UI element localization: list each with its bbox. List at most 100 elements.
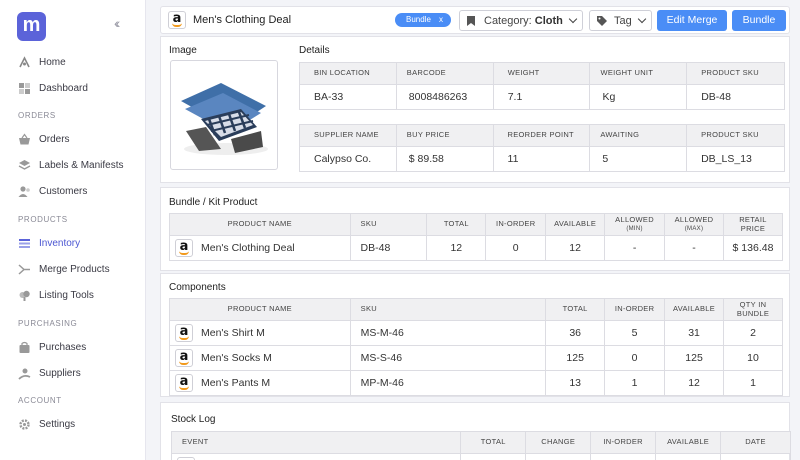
column-header: DATE — [720, 431, 791, 454]
sidebar-item-settings[interactable]: Settings — [18, 414, 138, 434]
tag-dropdown[interactable]: Tag — [589, 10, 652, 31]
column-header: AVAILABLE — [664, 298, 725, 321]
product-name-cell[interactable]: a Men's Clothing Deal — [169, 235, 351, 261]
in-order-cell: 0 — [604, 345, 666, 371]
remove-badge-icon[interactable]: x — [439, 13, 443, 27]
user-icon — [18, 185, 31, 198]
column-header: IN-ORDER — [590, 431, 657, 454]
qty-cell: 10 — [723, 345, 783, 371]
components-table: PRODUCT NAME SKU TOTAL IN-ORDER AVAILABL… — [169, 298, 783, 396]
sidebar-item-label: Inventory — [39, 237, 81, 249]
bundle-kit-card: Bundle / Kit Product PRODUCT NAME SKU TO… — [160, 187, 790, 271]
header-line: ALLOWED — [674, 215, 714, 225]
sidebar-item-customers[interactable]: Customers — [18, 181, 138, 201]
table-row[interactable]: a Men's Shirt M MS-M-46 36 5 31 2 — [169, 320, 783, 346]
product-sku-cell: DB-48 — [686, 84, 785, 110]
column-header: ALLOWED (MAX) — [664, 213, 724, 236]
available-cell: 125 — [664, 345, 725, 371]
table-row[interactable]: a — [170, 453, 791, 460]
sidebar-item-label: Settings — [39, 418, 76, 430]
product-name: Men's Shirt M — [201, 327, 265, 339]
total-cell: 12 — [426, 235, 487, 261]
header-line: ALLOWED — [615, 215, 654, 225]
column-header: QTY IN BUNDLE — [723, 298, 783, 321]
details-table-2: SUPPLIER NAME BUY PRICE REORDER POINT AW… — [299, 124, 785, 172]
column-header: PRODUCT SKU — [686, 124, 785, 147]
column-header: TOTAL — [545, 298, 606, 321]
bundle-kit-table: PRODUCT NAME SKU TOTAL IN-ORDER AVAILABL… — [169, 213, 784, 261]
column-header: PRODUCT NAME — [169, 213, 351, 236]
sidebar-item-suppliers[interactable]: Suppliers — [18, 363, 138, 383]
column-header: REORDER POINT — [492, 124, 591, 147]
product-header-bar: a Men's Clothing Deal Bundle x Category: … — [160, 6, 790, 34]
sidebar-item-label: Purchases — [39, 341, 87, 353]
sidebar-item-listing-tools[interactable]: Listing Tools — [18, 285, 138, 305]
collapse-sidebar-icon[interactable]: ‹‹ — [114, 15, 121, 31]
weight-unit-cell: Kg — [589, 84, 688, 110]
stock-log-title: Stock Log — [171, 414, 216, 425]
total-cell: 125 — [545, 345, 606, 371]
in-order-cell: 5 — [604, 320, 666, 346]
table-row[interactable]: a Men's Socks M MS-S-46 125 0 125 10 — [169, 345, 783, 371]
sidebar-item-merge-products[interactable]: Merge Products — [18, 259, 138, 279]
sidebar-item-labels-manifests[interactable]: Labels & Manifests — [18, 155, 138, 175]
supplier-icon — [18, 367, 31, 380]
product-sku-cell: DB_LS_13 — [686, 146, 785, 172]
sidebar-item-dashboard[interactable]: Dashboard — [18, 78, 138, 98]
product-name-cell[interactable]: a Men's Shirt M — [169, 320, 351, 346]
sidebar-item-home[interactable]: Home — [18, 52, 138, 72]
sidebar-item-label: Customers — [39, 185, 88, 197]
product-title: Men's Clothing Deal — [193, 14, 292, 26]
amazon-logo-icon: a — [175, 374, 193, 392]
date-cell — [720, 453, 791, 460]
reorder-point-cell: 11 — [492, 146, 591, 172]
column-header: CHANGE — [525, 431, 592, 454]
bundle-badge: Bundle x — [395, 13, 451, 27]
product-name: Men's Pants M — [201, 377, 271, 389]
category-value: Cloth — [534, 14, 563, 27]
sidebar-item-purchases[interactable]: Purchases — [18, 337, 138, 357]
category-dropdown[interactable]: Category: Cloth — [459, 10, 583, 31]
category-label: Category: — [484, 14, 532, 27]
sidebar-item-orders[interactable]: Orders — [18, 129, 138, 149]
app-logo[interactable]: m — [17, 12, 46, 41]
qty-cell: 2 — [723, 320, 783, 346]
column-header: AVAILABLE — [655, 431, 722, 454]
sku-cell: DB-48 — [349, 235, 428, 261]
sidebar-item-inventory[interactable]: Inventory — [18, 233, 138, 253]
column-header: IN-ORDER — [604, 298, 666, 321]
clothing-image — [181, 83, 268, 155]
header-line: BUNDLE — [736, 308, 770, 318]
bundle-button[interactable]: Bundle — [732, 10, 786, 31]
product-name-cell[interactable]: a Men's Pants M — [169, 370, 351, 396]
supplier-name-cell: Calypso Co. — [299, 146, 397, 172]
tag-label: Tag — [614, 14, 632, 27]
total-cell: 36 — [545, 320, 606, 346]
column-header: SKU — [349, 298, 547, 321]
total-cell — [460, 453, 527, 460]
inventory-icon — [18, 237, 31, 250]
weight-cell: 7.1 — [492, 84, 591, 110]
amazon-logo-icon: a — [175, 349, 193, 367]
column-header: SUPPLIER NAME — [299, 124, 397, 147]
product-image[interactable] — [170, 60, 278, 170]
bundle-badge-label: Bundle — [406, 15, 431, 24]
sidebar-item-label: Suppliers — [39, 367, 81, 379]
gear-icon — [18, 418, 31, 431]
product-name-cell[interactable]: a Men's Socks M — [169, 345, 351, 371]
basket-icon — [18, 132, 31, 146]
header-line: (MAX) — [684, 226, 704, 233]
column-header: AVAILABLE — [545, 213, 606, 236]
header-line: PRICE — [740, 223, 766, 233]
allowed-min-cell: - — [604, 235, 666, 261]
details-section-title: Details — [299, 45, 330, 56]
tag-icon — [597, 15, 607, 26]
dashboard-icon — [18, 82, 31, 95]
header-line: (MIN) — [626, 226, 643, 233]
table-row[interactable]: a Men's Pants M MP-M-46 13 1 12 1 — [169, 370, 783, 396]
sku-cell: MP-M-46 — [349, 370, 547, 396]
column-header: WEIGHT — [492, 62, 591, 85]
edit-merge-button[interactable]: Edit Merge — [657, 10, 727, 31]
product-name: Men's Clothing Deal — [201, 242, 295, 254]
sidebar-item-label: Listing Tools — [39, 289, 94, 301]
